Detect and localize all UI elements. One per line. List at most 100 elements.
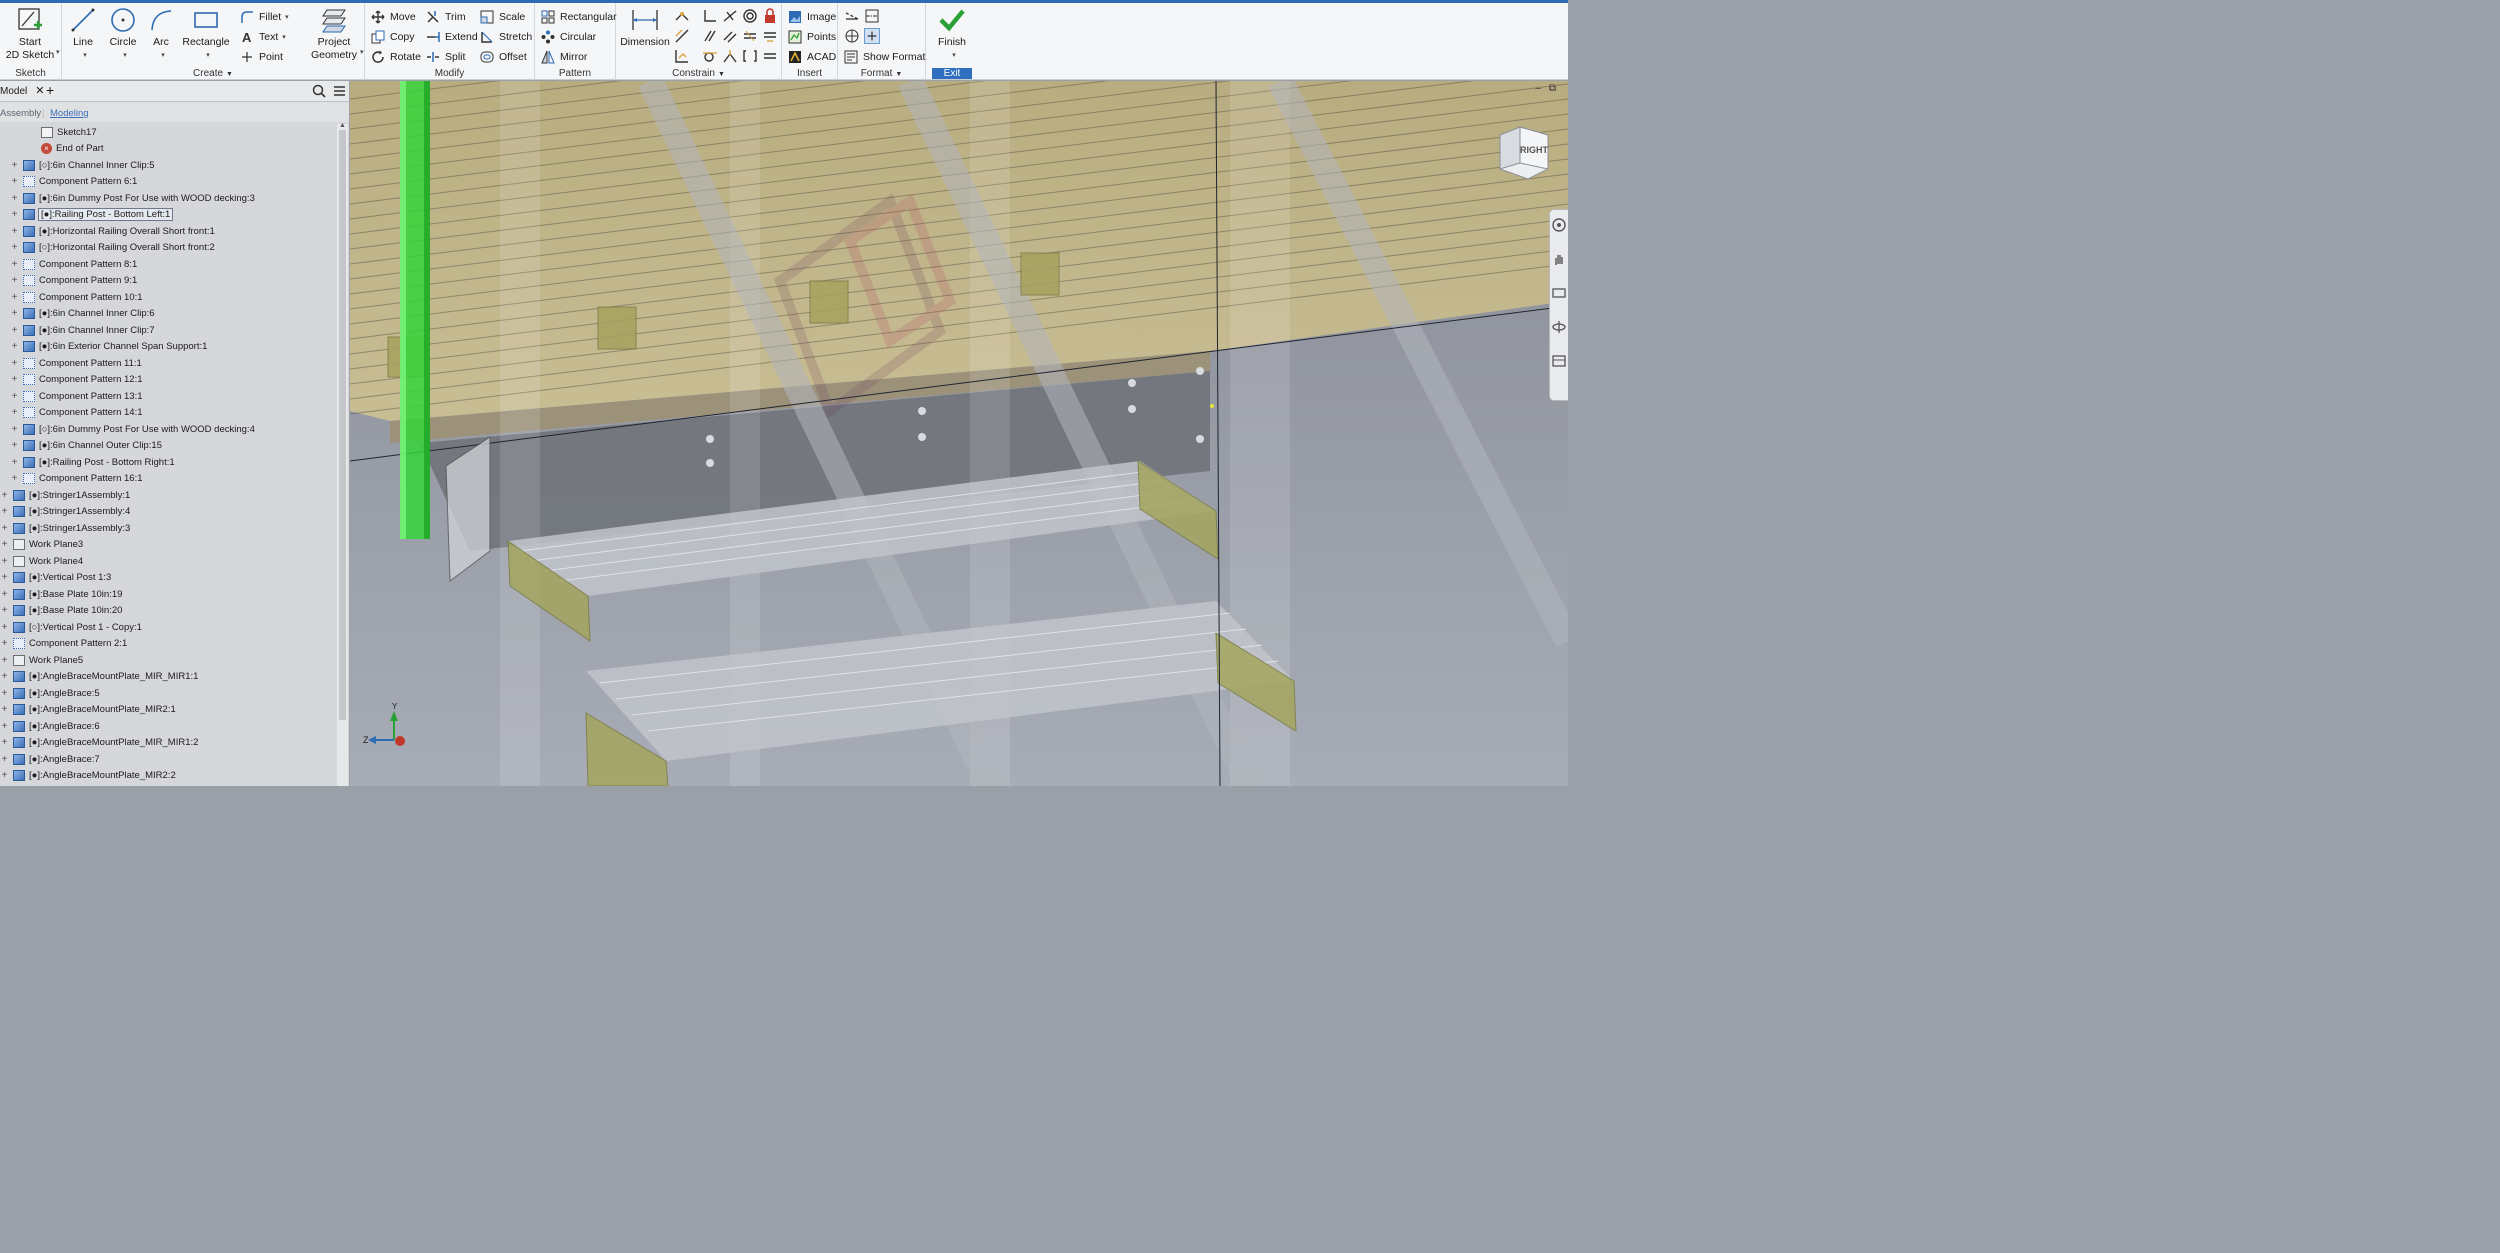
mirror-button[interactable]: Mirror bbox=[541, 48, 587, 66]
expand-icon[interactable]: + bbox=[0, 539, 9, 550]
tree-item[interactable]: + [●]:Vertical Post 1:3 bbox=[0, 570, 336, 586]
split-button[interactable]: Split bbox=[426, 48, 465, 66]
arc-button[interactable]: Arc ▾ bbox=[146, 6, 176, 62]
start-2d-sketch-button[interactable]: Start 2D Sketch bbox=[3, 6, 57, 62]
expand-icon[interactable]: + bbox=[0, 704, 9, 715]
expand-icon[interactable]: + bbox=[10, 242, 19, 253]
tree-item[interactable]: + [●]:Stringer1Assembly:4 bbox=[0, 504, 336, 520]
tree-item[interactable]: + [●]:Railing Post - Bottom Right:1 bbox=[0, 454, 346, 470]
zoom-icon[interactable] bbox=[1552, 286, 1566, 300]
expand-icon[interactable]: + bbox=[10, 176, 19, 187]
expand-icon[interactable]: + bbox=[10, 341, 19, 352]
project-geometry-button[interactable]: Project Geometry bbox=[308, 6, 360, 62]
tree-item-pattern[interactable]: + Component Pattern 11:1 bbox=[0, 355, 346, 371]
chevron-down-icon[interactable]: ▾ bbox=[360, 48, 364, 56]
expand-icon[interactable]: + bbox=[0, 638, 9, 649]
expand-icon[interactable]: + bbox=[0, 622, 9, 633]
tree-item[interactable]: + [●]:6in Channel Inner Clip:6 bbox=[0, 306, 346, 322]
circular-pattern-button[interactable]: Circular bbox=[541, 28, 596, 46]
expand-icon[interactable]: + bbox=[10, 209, 19, 220]
scale-button[interactable]: Scale bbox=[480, 8, 525, 26]
expand-icon[interactable]: + bbox=[0, 770, 9, 781]
expand-icon[interactable]: + bbox=[0, 721, 9, 732]
expand-icon[interactable]: + bbox=[10, 226, 19, 237]
circle-button[interactable]: Circle ▾ bbox=[106, 6, 140, 62]
model-tab[interactable]: Model ✕ bbox=[0, 84, 44, 97]
symmetric-constraint-icon[interactable] bbox=[742, 8, 758, 24]
tree-item-pattern[interactable]: + Component Pattern 10:1 bbox=[0, 289, 346, 305]
restore-icon[interactable]: ⧉ bbox=[1549, 83, 1564, 94]
close-icon[interactable]: ✕ bbox=[35, 85, 44, 97]
expand-icon[interactable]: + bbox=[0, 523, 9, 534]
expand-icon[interactable]: + bbox=[10, 275, 19, 286]
modeling-tab[interactable]: Modeling bbox=[50, 108, 89, 119]
tree-item-pattern[interactable]: + Component Pattern 2:1 bbox=[0, 636, 336, 652]
create-panel-label[interactable]: Create ▼ bbox=[62, 68, 364, 79]
tree-item-pattern[interactable]: + Component Pattern 13:1 bbox=[0, 388, 346, 404]
expand-icon[interactable]: + bbox=[0, 556, 9, 567]
expand-icon[interactable]: + bbox=[10, 457, 19, 468]
tree-item[interactable]: + [●]:Railing Post - Bottom Left:1 bbox=[0, 207, 346, 223]
steering-wheel-icon[interactable] bbox=[1552, 218, 1566, 232]
copy-button[interactable]: Copy bbox=[371, 28, 415, 46]
image-button[interactable]: Image bbox=[788, 8, 836, 26]
show-constraints-icon[interactable] bbox=[762, 28, 778, 44]
scrollbar-thumb[interactable] bbox=[339, 130, 346, 720]
expand-icon[interactable]: + bbox=[0, 605, 9, 616]
constrain-panel-label[interactable]: Constrain ▼ bbox=[616, 68, 781, 79]
dimension-button[interactable]: Dimension bbox=[620, 6, 670, 49]
chevron-down-icon[interactable]: ▾ bbox=[285, 13, 289, 21]
rectangular-pattern-button[interactable]: Rectangular bbox=[541, 8, 617, 26]
view-cube[interactable]: RIGHT bbox=[1496, 125, 1552, 181]
tree-item[interactable]: + [○]:Vertical Post 1 - Copy:1 bbox=[0, 619, 336, 635]
scroll-up-icon[interactable]: ▲ bbox=[339, 122, 346, 129]
expand-icon[interactable]: + bbox=[10, 259, 19, 270]
driven-dimension-icon[interactable] bbox=[864, 28, 880, 44]
tree-item[interactable]: + [●]:AngleBrace:7 bbox=[0, 751, 336, 767]
search-icon[interactable] bbox=[312, 84, 326, 98]
expand-icon[interactable]: + bbox=[0, 671, 9, 682]
tree-item-pattern[interactable]: + Component Pattern 14:1 bbox=[0, 405, 346, 421]
look-at-icon[interactable] bbox=[1552, 354, 1566, 368]
chevron-down-icon[interactable]: ▾ bbox=[83, 49, 87, 62]
tree-item[interactable]: + [○]:6in Dummy Post For Use with WOOD de… bbox=[0, 421, 346, 437]
tree-item[interactable]: + [●]:AngleBrace:6 bbox=[0, 718, 336, 734]
tree-item[interactable]: + [●]:AngleBraceMountPlate_MIR_MIR1:2 bbox=[0, 735, 336, 751]
tree-item[interactable]: + [●]:Horizontal Railing Overall Short fr… bbox=[0, 223, 346, 239]
trim-button[interactable]: Trim bbox=[426, 8, 466, 26]
minimize-icon[interactable]: – bbox=[1535, 83, 1549, 94]
add-tab-icon[interactable]: + bbox=[46, 82, 54, 98]
expand-icon[interactable]: + bbox=[0, 688, 9, 699]
chevron-down-icon[interactable]: ▾ bbox=[161, 49, 165, 62]
expand-icon[interactable]: + bbox=[10, 308, 19, 319]
acad-button[interactable]: ACAD bbox=[788, 48, 836, 66]
text-button[interactable]: A Text ▾ bbox=[240, 28, 286, 46]
expand-icon[interactable]: + bbox=[0, 490, 9, 501]
tree-item[interactable]: Sketch17 bbox=[0, 124, 349, 140]
expand-icon[interactable]: + bbox=[10, 407, 19, 418]
rectangle-button[interactable]: Rectangle ▾ bbox=[182, 6, 230, 62]
tangent-constraint-icon[interactable] bbox=[702, 48, 718, 64]
expand-icon[interactable]: + bbox=[0, 506, 9, 517]
expand-icon[interactable]: + bbox=[10, 292, 19, 303]
center-point-icon[interactable] bbox=[844, 28, 860, 44]
expand-icon[interactable]: + bbox=[10, 440, 19, 451]
tree-item-pattern[interactable]: + Component Pattern 12:1 bbox=[0, 372, 346, 388]
model-render[interactable]: Y Z bbox=[350, 81, 1568, 786]
expand-icon[interactable]: + bbox=[10, 391, 19, 402]
line-button[interactable]: Line ▾ bbox=[68, 6, 98, 62]
tree-item-pattern[interactable]: + Component Pattern 8:1 bbox=[0, 256, 346, 272]
chevron-down-icon[interactable]: ▾ bbox=[56, 48, 60, 56]
coincident-constraint-icon[interactable] bbox=[674, 8, 690, 24]
expand-icon[interactable]: + bbox=[10, 424, 19, 435]
expand-icon[interactable]: + bbox=[10, 160, 19, 171]
centerline-icon[interactable] bbox=[864, 8, 880, 24]
points-button[interactable]: Points bbox=[788, 28, 836, 46]
chevron-down-icon[interactable]: ▾ bbox=[206, 49, 210, 62]
tree-item[interactable]: + [●]:Stringer1Assembly:3 bbox=[0, 520, 336, 536]
show-format-button[interactable]: Show Format bbox=[844, 48, 925, 66]
format-panel-label[interactable]: Format ▼ bbox=[838, 68, 925, 79]
browser-scrollbar[interactable]: ▲ bbox=[337, 122, 348, 786]
viewport-window-controls[interactable]: –⧉ bbox=[1535, 83, 1564, 94]
tree-item[interactable]: + [●]:6in Exterior Channel Span Support:1 bbox=[0, 339, 346, 355]
